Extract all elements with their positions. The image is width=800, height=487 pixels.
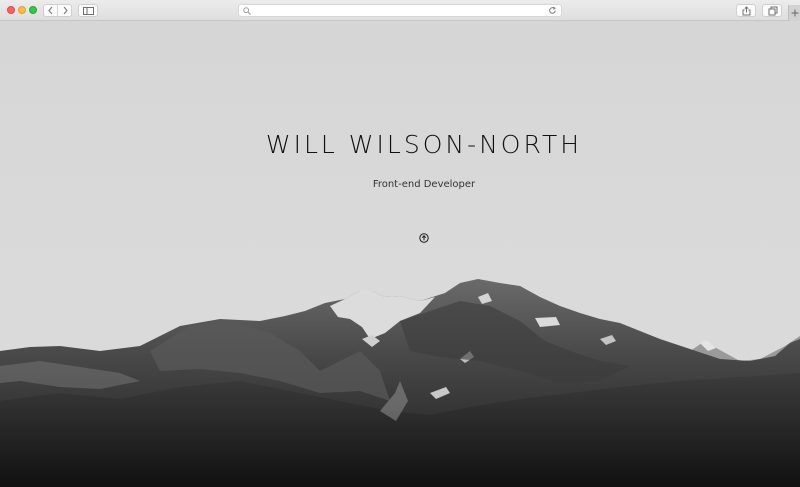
forward-button[interactable] [58,5,71,16]
tabs-overview-icon [768,6,778,16]
sidebar-button[interactable] [78,4,98,17]
back-button[interactable] [44,5,58,16]
minimize-window-button[interactable] [18,6,26,14]
hero-subtitle: Front-end Developer [372,179,476,190]
tabs-overview-button[interactable] [762,4,782,17]
chevron-right-icon [63,6,68,15]
new-tab-button[interactable] [788,5,800,21]
share-icon [742,6,751,16]
search-icon [243,7,251,15]
browser-window: WILL WILSON-NORTH Front-end Developer [0,0,800,487]
arrow-circle-icon[interactable] [419,233,429,243]
plus-icon [791,9,799,17]
hero-section: WILL WILSON-NORTH Front-end Developer [0,21,800,487]
navigation-buttons [43,4,72,17]
close-window-button[interactable] [7,6,15,14]
address-bar[interactable] [238,4,562,17]
reload-icon[interactable] [548,6,557,15]
zoom-window-button[interactable] [29,6,37,14]
browser-toolbar [0,0,800,21]
share-button[interactable] [736,4,756,17]
sidebar-icon [83,7,94,15]
mountain-photo [0,279,800,487]
chevron-left-icon [48,6,53,15]
hero-title: WILL WILSON-NORTH [265,130,583,159]
